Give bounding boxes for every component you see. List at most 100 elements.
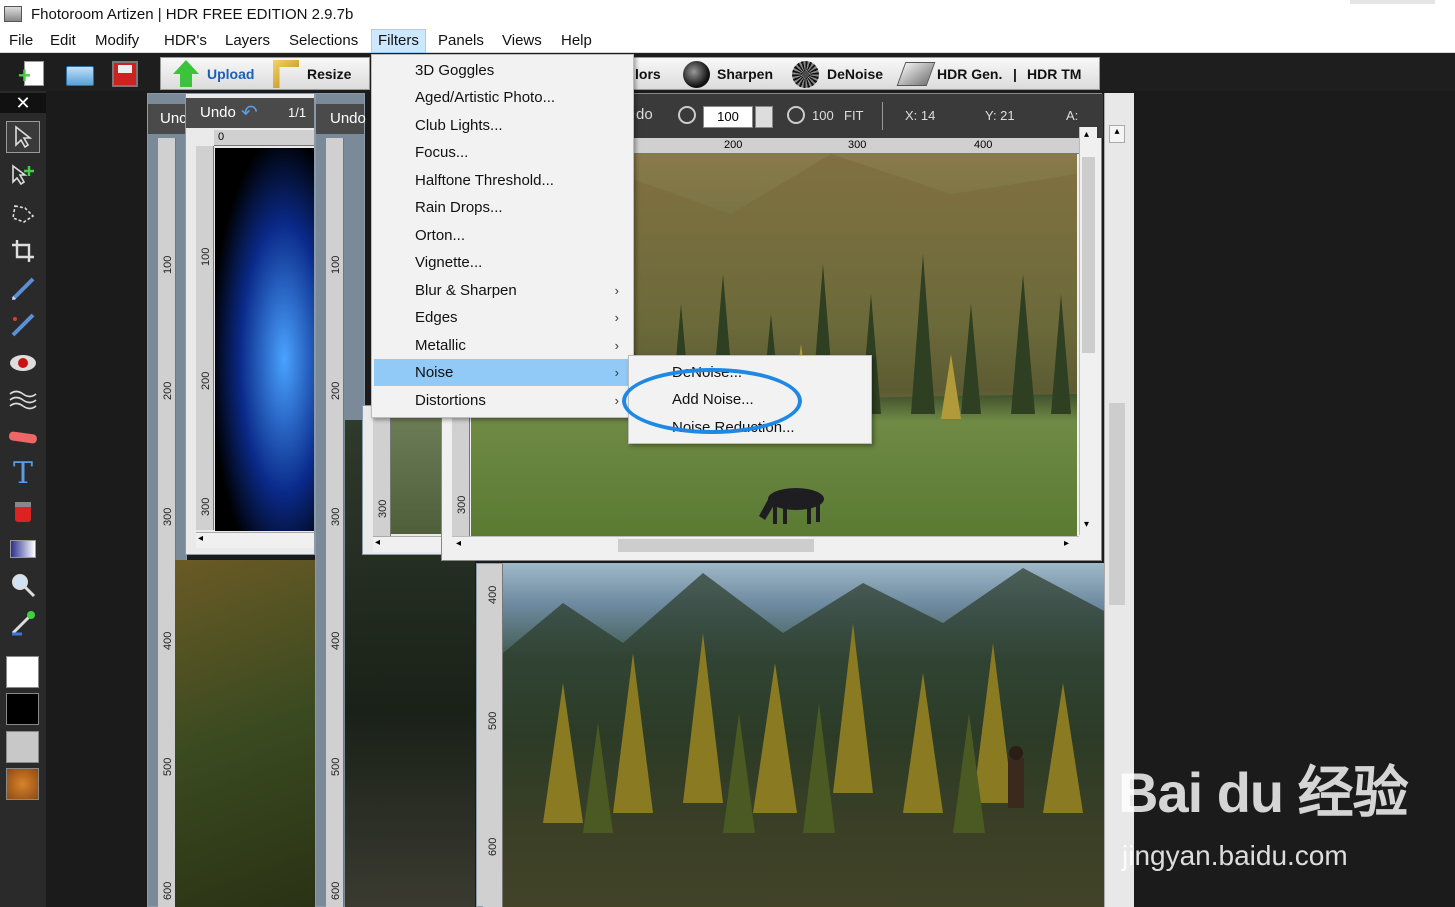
highlight-circle-annotation bbox=[622, 368, 802, 434]
zoom-in-icon[interactable] bbox=[787, 106, 805, 124]
filter-vignette[interactable]: Vignette... bbox=[374, 249, 633, 276]
chevron-right-icon: › bbox=[614, 393, 619, 408]
hdr-gen-button[interactable]: HDR Gen. bbox=[937, 66, 1002, 82]
ruler-mark: 300 bbox=[162, 507, 174, 526]
scroll-down-icon[interactable]: ▾ bbox=[1084, 519, 1089, 530]
text-tool-icon[interactable]: T bbox=[6, 456, 40, 491]
smudge-waves-icon[interactable] bbox=[6, 383, 40, 415]
zoom-100-button[interactable]: 100 bbox=[812, 108, 834, 123]
app-icon bbox=[4, 6, 22, 22]
ruler-mark: 300 bbox=[848, 139, 867, 151]
scroll-right-icon[interactable]: ▸ bbox=[1064, 538, 1069, 549]
horizontal-scrollbar[interactable]: ◂ bbox=[373, 536, 441, 552]
red-eye-icon[interactable] bbox=[6, 347, 40, 379]
menu-item-label: Blur & Sharpen bbox=[415, 282, 517, 299]
sharpen-icon bbox=[683, 61, 710, 88]
vertical-scrollbar[interactable]: ▴ ▾ bbox=[1079, 127, 1097, 535]
secondary-color-swatch[interactable] bbox=[6, 693, 39, 725]
scroll-up-icon[interactable]: ▴ bbox=[1109, 125, 1125, 143]
menu-item-label: 3D Goggles bbox=[415, 62, 495, 79]
scroll-left-icon[interactable]: ◂ bbox=[198, 533, 203, 544]
hdr-tm-button[interactable]: HDR TM bbox=[1027, 66, 1081, 82]
menu-file[interactable]: File bbox=[3, 29, 39, 53]
menu-item-label: Noise bbox=[415, 364, 454, 381]
menu-panels[interactable]: Panels bbox=[432, 29, 490, 53]
color-picker-icon[interactable] bbox=[6, 607, 40, 639]
menu-edit[interactable]: Edit bbox=[44, 29, 82, 53]
horizontal-scrollbar[interactable]: ◂ ▸ bbox=[452, 536, 1079, 554]
close-icon[interactable]: ✕ bbox=[0, 93, 46, 113]
pencil-icon[interactable] bbox=[6, 309, 40, 341]
filter-rain-drops[interactable]: Rain Drops... bbox=[374, 194, 633, 221]
undo-partial-label: do bbox=[636, 106, 653, 123]
menu-views[interactable]: Views bbox=[496, 29, 548, 53]
chevron-right-icon: › bbox=[614, 338, 619, 353]
ruler-mark: 300 bbox=[456, 495, 468, 514]
filter-noise[interactable]: Noise › bbox=[374, 359, 633, 386]
save-button[interactable] bbox=[110, 58, 140, 88]
zoom-out-icon[interactable] bbox=[678, 106, 696, 124]
scroll-up-icon[interactable]: ▴ bbox=[1084, 129, 1089, 140]
scroll-left-icon[interactable]: ◂ bbox=[375, 537, 380, 548]
chevron-right-icon: › bbox=[614, 283, 619, 298]
lasso-icon[interactable] bbox=[6, 198, 40, 230]
primary-color-swatch[interactable] bbox=[6, 656, 39, 688]
vertical-ruler: 300 bbox=[373, 406, 391, 536]
filter-club-lights[interactable]: Club Lights... bbox=[374, 112, 633, 139]
scroll-left-icon[interactable]: ◂ bbox=[456, 538, 461, 549]
menu-hdrs[interactable]: HDR's bbox=[158, 29, 213, 53]
filter-halftone-threshold[interactable]: Halftone Threshold... bbox=[374, 167, 633, 194]
alpha-readout: A: bbox=[1066, 108, 1079, 123]
y-coordinate: Y: 21 bbox=[985, 108, 1015, 123]
menu-filters[interactable]: Filters bbox=[371, 29, 426, 53]
zoom-level-input[interactable]: 100 bbox=[703, 106, 753, 128]
scrollbar-thumb[interactable] bbox=[1109, 403, 1125, 605]
fit-button[interactable]: FIT bbox=[844, 108, 864, 123]
eraser-icon[interactable] bbox=[6, 421, 40, 453]
filter-metallic[interactable]: Metallic › bbox=[374, 332, 633, 359]
select-arrow-icon[interactable] bbox=[6, 121, 40, 153]
upload-resize-toolbar: Upload Resize bbox=[160, 57, 370, 90]
denoise-button[interactable]: DeNoise bbox=[827, 66, 883, 82]
gradient-icon[interactable] bbox=[6, 533, 40, 565]
colors-button[interactable]: lors bbox=[635, 66, 661, 82]
filter-orton[interactable]: Orton... bbox=[374, 222, 633, 249]
open-file-button[interactable] bbox=[64, 58, 94, 88]
sharpen-button[interactable]: Sharpen bbox=[717, 66, 773, 82]
denoise-icon bbox=[792, 61, 819, 88]
filter-edges[interactable]: Edges › bbox=[374, 304, 633, 331]
crop-icon[interactable] bbox=[6, 235, 40, 267]
menu-modify[interactable]: Modify bbox=[89, 29, 145, 53]
new-file-button[interactable]: + bbox=[18, 58, 48, 88]
scrollbar-thumb[interactable] bbox=[1082, 157, 1095, 353]
ruler-mark: 500 bbox=[487, 711, 499, 730]
add-selection-icon[interactable] bbox=[6, 159, 40, 191]
upload-button[interactable]: Upload bbox=[207, 66, 254, 82]
menu-selections[interactable]: Selections bbox=[283, 29, 364, 53]
paint-bucket-icon[interactable] bbox=[6, 496, 40, 528]
undo-arrow-icon[interactable]: ↶ bbox=[241, 98, 258, 128]
ruler-mark: 300 bbox=[200, 497, 212, 516]
window-controls[interactable] bbox=[1350, 0, 1435, 4]
x-coordinate: X: 14 bbox=[905, 108, 936, 123]
tertiary-color-swatch[interactable] bbox=[6, 731, 39, 763]
texture-swatch[interactable] bbox=[6, 768, 39, 800]
resize-button[interactable]: Resize bbox=[307, 66, 351, 82]
menu-layers[interactable]: Layers bbox=[219, 29, 276, 53]
zoom-spinner[interactable] bbox=[755, 106, 773, 128]
folder-icon bbox=[66, 66, 94, 86]
filter-focus[interactable]: Focus... bbox=[374, 139, 633, 166]
ruler-mark: 300 bbox=[377, 499, 389, 518]
filter-distortions[interactable]: Distortions › bbox=[374, 387, 633, 414]
filter-blur-sharpen[interactable]: Blur & Sharpen › bbox=[374, 277, 633, 304]
zoom-magnifier-icon[interactable] bbox=[6, 569, 40, 601]
upload-arrow-icon bbox=[173, 60, 199, 74]
scrollbar-thumb[interactable] bbox=[618, 539, 814, 552]
filter-aged-artistic-photo[interactable]: Aged/Artistic Photo... bbox=[374, 84, 633, 111]
menu-help[interactable]: Help bbox=[555, 29, 598, 53]
filter-3d-goggles[interactable]: 3D Goggles bbox=[374, 57, 633, 84]
hdr-gen-icon bbox=[896, 62, 936, 86]
brush-icon[interactable] bbox=[6, 273, 40, 305]
horizontal-scrollbar[interactable]: ◂ bbox=[196, 532, 314, 548]
filters-dropdown-menu: 3D Goggles Aged/Artistic Photo... Club L… bbox=[371, 54, 634, 418]
